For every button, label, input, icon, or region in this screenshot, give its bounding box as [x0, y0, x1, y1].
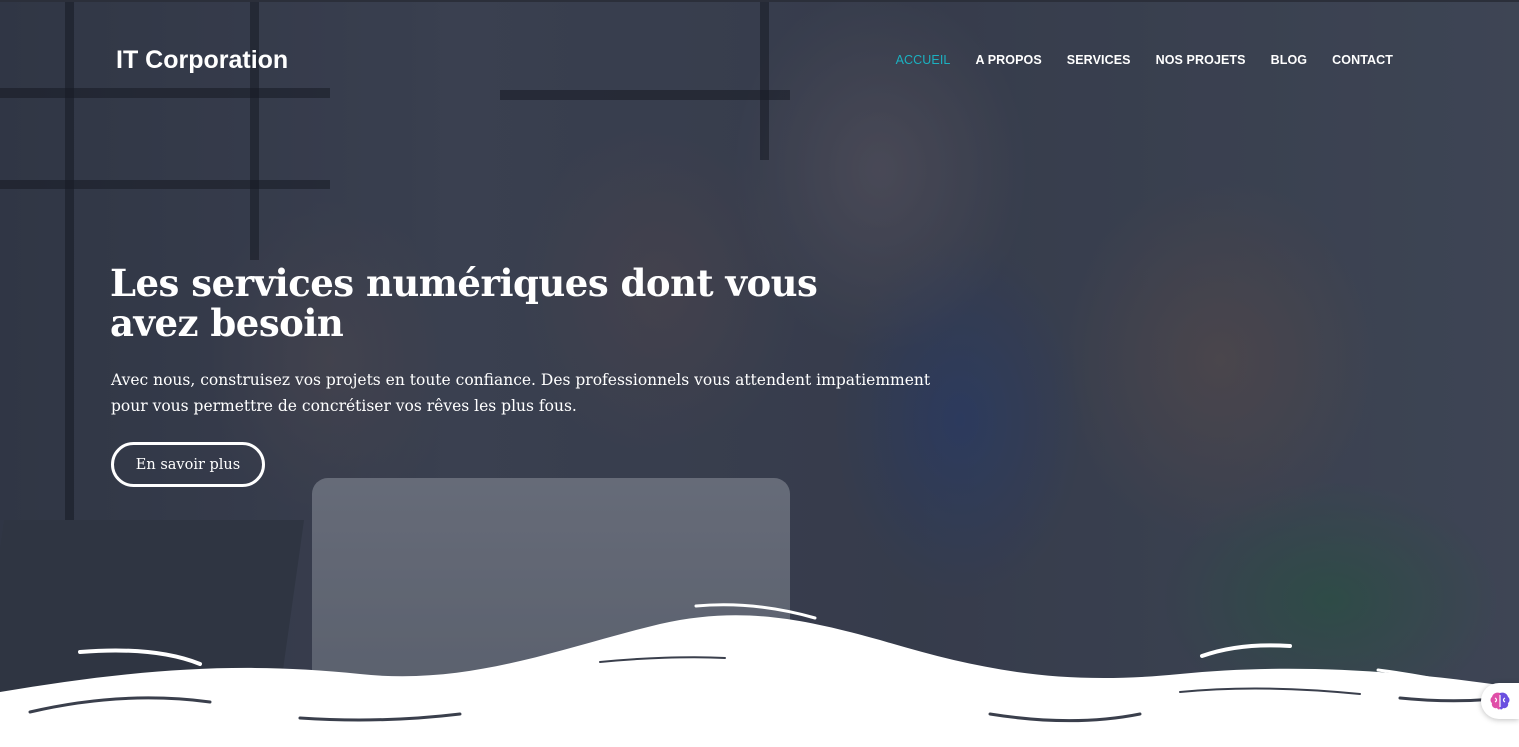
- nav-contact[interactable]: CONTACT: [1332, 53, 1393, 67]
- brain-icon: [1490, 692, 1510, 710]
- site-logo[interactable]: IT Corporation: [116, 46, 288, 75]
- nav-blog[interactable]: BLOG: [1271, 53, 1308, 67]
- nav-services[interactable]: SERVICES: [1067, 53, 1131, 67]
- assistant-widget-button[interactable]: [1481, 683, 1519, 719]
- hero-wave-divider: [0, 603, 1519, 747]
- nav-a-propos[interactable]: A PROPOS: [975, 53, 1041, 67]
- hero-lead: Avec nous, construisez vos projets en to…: [111, 371, 931, 415]
- hero-headline: Les services numériques dont vous avez b…: [110, 261, 818, 345]
- nav-accueil[interactable]: ACCUEIL: [896, 53, 951, 67]
- main-nav: ACCUEIL A PROPOS SERVICES NOS PROJETS BL…: [871, 53, 1393, 67]
- top-border: [0, 0, 1519, 2]
- nav-nos-projets[interactable]: NOS PROJETS: [1156, 53, 1246, 67]
- learn-more-button[interactable]: En savoir plus: [111, 442, 265, 487]
